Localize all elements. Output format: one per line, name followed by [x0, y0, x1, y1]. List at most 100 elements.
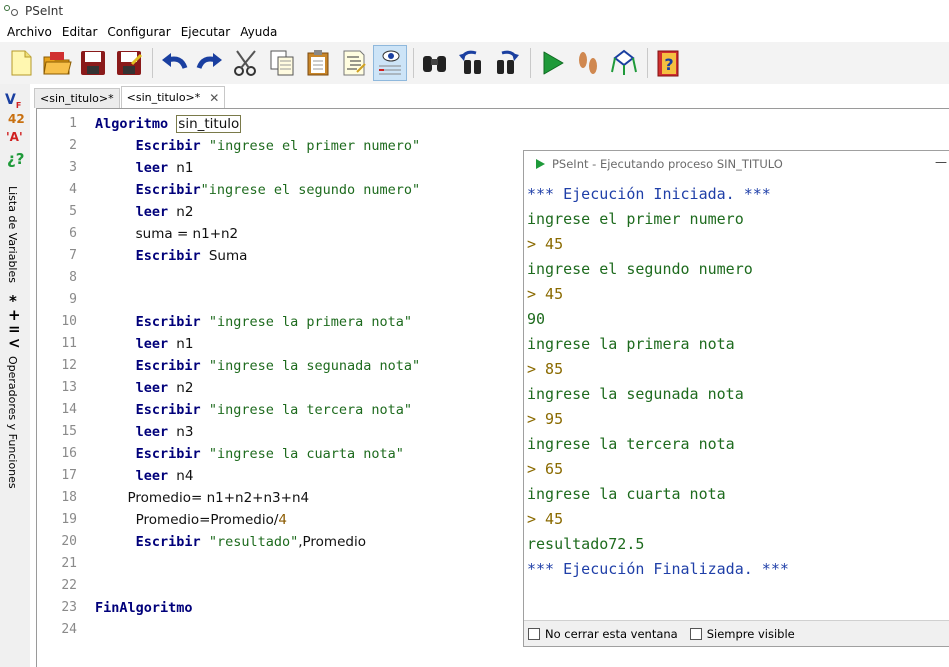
- line-number: 1: [69, 116, 77, 131]
- keyword: leer: [135, 468, 169, 484]
- redo-icon: [196, 53, 222, 69]
- variables-list-tab[interactable]: Lista de Variables: [6, 186, 19, 283]
- save-button[interactable]: [76, 45, 110, 81]
- copy-button[interactable]: [265, 45, 299, 81]
- output-line: > 95: [527, 410, 564, 428]
- undo-button[interactable]: [157, 45, 191, 81]
- output-line: ingrese la segunada nota: [527, 385, 744, 403]
- code-line: Algoritmo sin_titulo: [95, 113, 535, 135]
- editor-tabs: <sin_titulo>* <sin_titulo>* ✕: [34, 86, 226, 108]
- line-number: 2: [69, 138, 77, 153]
- flowchart-icon: [611, 49, 637, 75]
- sidebar-glyph-a[interactable]: 'A': [6, 130, 23, 144]
- menu-editar[interactable]: Editar: [57, 25, 103, 39]
- menu-configurar[interactable]: Configurar: [102, 25, 175, 39]
- keyword: Algoritmo: [95, 116, 169, 132]
- output-line: 90: [527, 310, 546, 328]
- string-literal: "ingrese la primera nota": [208, 314, 413, 330]
- output-line: *** Ejecución Iniciada. ***: [527, 185, 771, 203]
- line-number: 14: [61, 402, 77, 417]
- menu-ayuda[interactable]: Ayuda: [235, 25, 282, 39]
- keyword: Escribir: [135, 534, 201, 550]
- sidebar-glyph-42[interactable]: 42: [8, 112, 25, 126]
- keyword: FinAlgoritmo: [95, 600, 193, 616]
- tab-label: <sin_titulo>*: [40, 92, 114, 105]
- sidebar-glyph-less[interactable]: <: [8, 334, 21, 352]
- code-text: n1: [176, 160, 194, 176]
- paste-button[interactable]: [301, 45, 335, 81]
- find-button[interactable]: [418, 45, 452, 81]
- tab-sin-titulo-2[interactable]: <sin_titulo>* ✕: [120, 86, 226, 108]
- flowchart-button[interactable]: [607, 45, 641, 81]
- always-visible-checkbox[interactable]: [689, 627, 702, 640]
- code-line: Escribir "ingrese la tercera nota": [95, 399, 535, 421]
- output-line: *** Ejecución Finalizada. ***: [527, 560, 789, 578]
- new-file-button[interactable]: [4, 45, 38, 81]
- help-button[interactable]: ?: [652, 45, 686, 81]
- keyword: Escribir: [135, 182, 201, 198]
- code-text: ,Promedio: [298, 534, 366, 550]
- minimize-button[interactable]: —: [935, 155, 947, 169]
- code-text: Suma: [208, 248, 248, 264]
- toolbar: ?: [0, 42, 949, 84]
- find-previous-button[interactable]: [454, 45, 488, 81]
- menu-ejecutar[interactable]: Ejecutar: [176, 25, 236, 39]
- output-line: > 45: [527, 510, 564, 528]
- open-button[interactable]: [40, 45, 74, 81]
- execution-title-bar[interactable]: PSeInt - Ejecutando proceso SIN_TITULO —: [524, 151, 949, 177]
- line-number: 13: [61, 380, 77, 395]
- copy-icon: [270, 50, 294, 76]
- keyword: leer: [135, 336, 169, 352]
- menu-archivo[interactable]: Archivo: [2, 25, 57, 39]
- left-sidebar: VF 42 'A' ¿? Lista de Variables * + = < …: [0, 84, 30, 667]
- code-line: leer n2: [95, 377, 535, 399]
- save-as-button[interactable]: [112, 45, 146, 81]
- svg-text:?: ?: [664, 55, 673, 74]
- run-icon: [536, 159, 545, 169]
- line-number: 21: [61, 556, 77, 571]
- keyword: Escribir: [135, 248, 201, 264]
- code-line: leer n1: [95, 157, 535, 179]
- pseint-logo-icon: [3, 3, 19, 19]
- open-folder-icon: [43, 52, 72, 75]
- run-button[interactable]: [535, 45, 569, 81]
- find-next-icon: [497, 50, 519, 74]
- cut-button[interactable]: [229, 45, 263, 81]
- sidebar-glyph-v[interactable]: VF: [5, 92, 21, 110]
- keyword: Escribir: [135, 138, 201, 154]
- cut-icon: [234, 50, 256, 76]
- find-next-button[interactable]: [490, 45, 524, 81]
- keyword: leer: [135, 380, 169, 396]
- operators-functions-tab[interactable]: Operadores y Funciones: [6, 356, 19, 489]
- line-number: 18: [61, 490, 77, 505]
- execution-title: PSeInt - Ejecutando proceso SIN_TITULO: [552, 157, 783, 171]
- help-icon: ?: [657, 50, 679, 77]
- step-button[interactable]: [571, 45, 605, 81]
- window-title: PSeInt: [25, 4, 64, 18]
- always-visible-label: Siempre visible: [706, 626, 795, 641]
- line-number: 6: [69, 226, 77, 241]
- indent-button[interactable]: [337, 45, 371, 81]
- execution-window[interactable]: PSeInt - Ejecutando proceso SIN_TITULO —…: [523, 150, 949, 647]
- line-number-gutter: 1 2 3 4 5 6 7 8 9 10 11 12 13 14 15 16 1…: [37, 113, 77, 641]
- sidebar-glyph-question[interactable]: ¿?: [7, 150, 24, 168]
- keyword: leer: [135, 160, 169, 176]
- tab-sin-titulo-1[interactable]: <sin_titulo>*: [34, 88, 120, 108]
- toolbar-separator: [413, 48, 414, 78]
- close-tab-icon[interactable]: ✕: [209, 91, 219, 105]
- menu-bar: Archivo Editar Configurar Ejecutar Ayuda: [0, 22, 949, 42]
- find-icon: [423, 56, 446, 72]
- line-number: 10: [61, 314, 77, 329]
- line-number: 5: [69, 204, 77, 219]
- redo-button[interactable]: [193, 45, 227, 81]
- step-by-step-button[interactable]: [373, 45, 407, 81]
- output-line: ingrese la primera nota: [527, 335, 735, 353]
- new-file-icon: [11, 50, 32, 76]
- no-close-checkbox[interactable]: [528, 627, 540, 640]
- toolbar-separator: [152, 48, 153, 78]
- code-area[interactable]: Algoritmo sin_titulo Escribir "ingrese e…: [95, 113, 535, 641]
- line-number: 12: [61, 358, 77, 373]
- line-number: 11: [61, 336, 77, 351]
